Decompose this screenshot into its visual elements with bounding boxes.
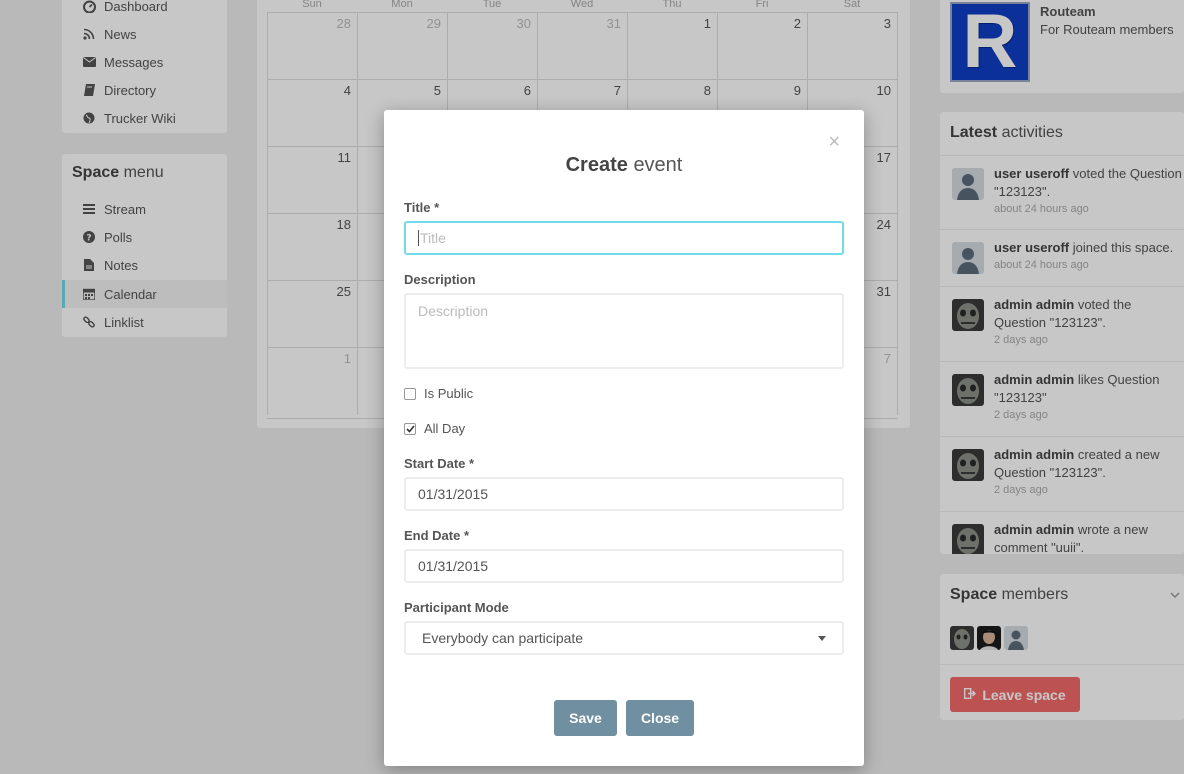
checkmark-icon bbox=[405, 424, 415, 433]
all-day-checkbox[interactable] bbox=[404, 422, 416, 435]
title-input[interactable]: Title bbox=[404, 221, 844, 255]
start-date-value: 01/31/2015 bbox=[418, 486, 489, 502]
save-button[interactable]: Save bbox=[554, 700, 617, 736]
text-cursor bbox=[418, 230, 419, 246]
modal-title: Create event bbox=[565, 154, 683, 176]
is-public-checkbox[interactable] bbox=[404, 387, 416, 400]
description-textarea[interactable]: Description bbox=[404, 293, 844, 369]
end-date-input[interactable]: 01/31/2015 bbox=[404, 549, 844, 583]
close-button[interactable]: Close bbox=[626, 700, 694, 736]
participant-mode-select[interactable]: Everybody can participate bbox=[404, 621, 844, 655]
description-label: Description bbox=[404, 272, 476, 287]
participant-mode-value: Everybody can participate bbox=[422, 630, 584, 646]
title-label: Title * bbox=[404, 200, 440, 215]
is-public-row: Is Public bbox=[404, 386, 473, 401]
end-date-label: End Date * bbox=[404, 528, 470, 543]
start-date-label: Start Date * bbox=[404, 456, 475, 471]
end-date-value: 01/31/2015 bbox=[418, 558, 489, 574]
title-placeholder: Title bbox=[420, 230, 446, 246]
participant-mode-label: Participant Mode bbox=[404, 600, 509, 615]
start-date-input[interactable]: 01/31/2015 bbox=[404, 477, 844, 511]
description-placeholder: Description bbox=[418, 303, 489, 319]
create-event-modal: × Create event Title * Title Description… bbox=[384, 110, 864, 766]
dropdown-arrow-icon bbox=[818, 635, 826, 641]
is-public-label: Is Public bbox=[424, 386, 474, 401]
all-day-label: All Day bbox=[424, 421, 466, 436]
close-icon[interactable]: × bbox=[828, 132, 840, 152]
all-day-row: All Day bbox=[404, 421, 465, 436]
